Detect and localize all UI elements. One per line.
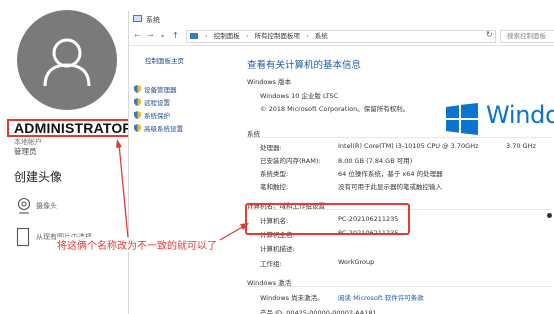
page-title: 查看有关计算机的基本信息 <box>247 60 362 71</box>
workgroup-label: 工作组: <box>260 260 282 268</box>
processor-speed: 3.70 GHz <box>506 142 536 150</box>
mouse-cursor <box>547 213 552 218</box>
processor-label: 处理器: <box>260 144 282 152</box>
system-window: 系统 ← → ▾ ↑ › 控制面板 › 所有控制面板项 › 系统 ↻ 搜索控制面… <box>128 11 554 314</box>
forward-arrow-icon[interactable]: → <box>147 31 154 41</box>
avatar <box>17 10 117 110</box>
address-input[interactable]: › 控制面板 › 所有控制面板项 › 系统 <box>186 30 496 43</box>
side-navigation: 控制面板主页 设备管理器 远程设置 系统保护 高级系统设置 <box>129 46 232 314</box>
workgroup-value: WorkGroup <box>338 258 375 266</box>
account-role: 管理员 <box>14 147 37 156</box>
camera-label: 摄像头 <box>36 202 57 210</box>
shield-icon <box>134 124 141 132</box>
pen-touch-value: 没有可用于此显示器的笔或触控输入 <box>338 183 442 191</box>
computer-name-highlight <box>245 203 410 235</box>
nav-control-panel-home[interactable]: 控制面板主页 <box>145 55 184 65</box>
shield-icon <box>134 111 141 119</box>
breadcrumb-control-panel[interactable]: 控制面板 <box>214 32 240 40</box>
edition-value: Windows 10 企业版 LTSC <box>260 92 339 100</box>
activation-status: Windows 尚未激活。 <box>260 294 324 302</box>
ram-label: 已安装的内存(RAM): <box>260 157 321 165</box>
ram-value: 8.00 GB (7.84 GB 可用) <box>338 157 413 165</box>
pen-touch-label: 笔和触控: <box>260 183 289 191</box>
nav-remote-settings[interactable]: 远程设置 <box>134 97 170 107</box>
description-label: 计算机描述: <box>260 245 295 253</box>
copyright-text: © 2018 Microsoft Corporation。保留所有权利。 <box>260 105 410 113</box>
system-info-content: 查看有关计算机的基本信息 Windows 版本 Windows 10 企业版 L… <box>232 46 554 314</box>
edition-section-title: Windows 版本 <box>247 78 292 86</box>
system-app-icon <box>133 15 142 22</box>
title-bar: 系统 <box>129 11 554 28</box>
breadcrumb-system[interactable]: 系统 <box>315 32 328 40</box>
nav-system-protection[interactable]: 系统保护 <box>134 110 170 120</box>
windows-logo-text: Windo <box>486 101 554 129</box>
product-id: 产品 ID: 00425-00000-00002-AA181 <box>260 309 377 314</box>
windows-flag-icon <box>446 103 478 135</box>
account-name: ADMINISTRATOR <box>7 119 140 137</box>
address-bar: ← → ▾ ↑ › 控制面板 › 所有控制面板项 › 系统 ↻ 搜索控制面板 <box>129 28 554 46</box>
annotation-text: 将这俩个名称改为不一致的就可以了 <box>56 237 218 252</box>
refresh-icon[interactable]: ↻ <box>486 30 493 39</box>
system-type-label: 系统类型: <box>260 170 289 178</box>
create-avatar-title: 创建头像 <box>14 170 63 184</box>
window-title: 系统 <box>146 16 160 24</box>
breadcrumb-all-items[interactable]: 所有控制面板项 <box>255 32 301 40</box>
camera-icon <box>17 197 31 214</box>
up-arrow-icon[interactable]: ↑ <box>172 31 179 41</box>
system-type-value: 64 位操作系统，基于 x64 的处理器 <box>338 170 443 178</box>
processor-value: Intel(R) Core(TM) i3-10105 CPU @ 3.70GHz <box>338 142 479 150</box>
shield-icon <box>134 98 141 106</box>
back-arrow-icon[interactable]: ← <box>134 31 141 41</box>
windows-logo: Windo <box>446 101 554 137</box>
shield-icon <box>134 85 141 93</box>
search-input[interactable]: 搜索控制面板 <box>500 30 554 43</box>
user-icon <box>43 38 91 87</box>
control-panel-icon <box>190 33 198 39</box>
nav-device-manager[interactable]: 设备管理器 <box>134 84 177 94</box>
camera-option[interactable]: 摄像头 <box>14 196 124 218</box>
account-panel: ADMINISTRATOR 本地帐户 管理员 创建头像 摄像头 从现有图片中选择 <box>0 0 140 314</box>
license-terms-link[interactable]: 阅读 Microsoft 软件许可条款 <box>338 292 424 302</box>
recent-chevron-icon[interactable]: ▾ <box>161 32 164 42</box>
nav-advanced-settings[interactable]: 高级系统设置 <box>134 123 183 133</box>
image-icon <box>16 227 30 247</box>
